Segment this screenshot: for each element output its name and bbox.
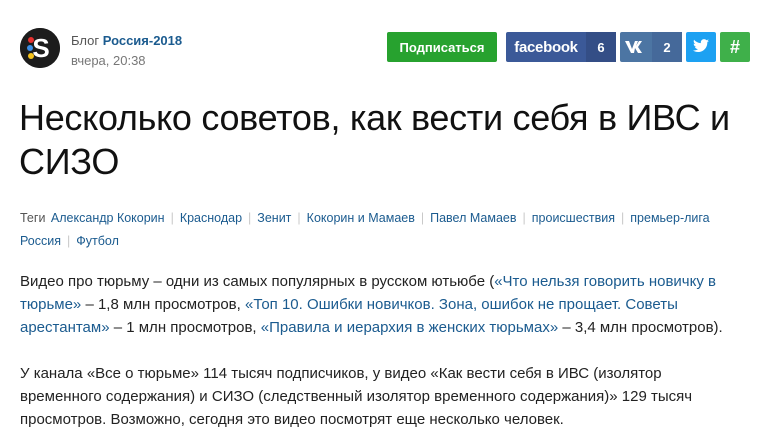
facebook-label: facebook: [514, 38, 578, 56]
tag-link[interactable]: Зенит: [257, 211, 291, 225]
tag-separator: |: [621, 211, 625, 225]
paragraph-text: Видео про тюрьму – одни из самых популяр…: [20, 273, 495, 290]
tag-link[interactable]: Александр Кокорин: [51, 211, 165, 225]
tag-link[interactable]: Футбол: [76, 234, 119, 248]
paragraph-text: – 1 млн просмотров,: [109, 319, 261, 336]
post-header: S Блог Россия-2018 вчера, 20:38 Подписат…: [20, 28, 750, 72]
subscribe-button[interactable]: Подписаться: [387, 32, 497, 62]
vk-share-count: 2: [652, 32, 682, 62]
hashtag-share-button[interactable]: #: [720, 32, 750, 62]
tag-link[interactable]: Кокорин и Мамаев: [307, 211, 415, 225]
paragraph-text: – 1,8 млн просмотров,: [81, 296, 245, 313]
article-title: Несколько советов, как вести себя в ИВС …: [19, 97, 730, 182]
blog-label: Блог: [71, 33, 100, 48]
article-paragraph-2: У канала «Все о тюрьме» 114 тысяч подпис…: [20, 365, 693, 428]
facebook-share-count: 6: [586, 32, 616, 62]
svg-text:S: S: [32, 33, 49, 63]
paragraph-text: – 3,4 млн просмотров).: [558, 319, 723, 336]
tag-link[interactable]: Павел Мамаев: [430, 211, 516, 225]
blog-name-link[interactable]: Россия-2018: [103, 33, 182, 48]
tags-label: Теги: [20, 211, 46, 225]
tag-separator: |: [248, 211, 252, 225]
tag-separator: |: [522, 211, 526, 225]
tags-line: Теги Александр Кокорин | Краснодар | Зенит | К…: [20, 207, 740, 253]
tag-separator: |: [170, 211, 174, 225]
tag-link[interactable]: происшествия: [532, 211, 615, 225]
sports-logo-icon[interactable]: S: [20, 28, 60, 68]
article-paragraph-1: Видео про тюрьму – одни из самых популяр…: [20, 270, 745, 339]
tag-separator: |: [297, 211, 301, 225]
tag-separator: |: [67, 234, 71, 248]
video-link-3[interactable]: «Правила и иерархия в женских тюрьмах»: [261, 319, 558, 336]
action-buttons: Подписаться facebook 6 2 #: [387, 32, 750, 62]
post-time: вчера, 20:38: [71, 53, 146, 68]
twitter-icon: [693, 38, 709, 56]
tag-separator: |: [420, 211, 425, 225]
facebook-share-button[interactable]: facebook 6: [506, 32, 616, 62]
vk-share-button[interactable]: 2: [620, 32, 682, 62]
post-meta: Блог Россия-2018 вчера, 20:38: [71, 32, 182, 70]
tag-link[interactable]: Краснодар: [180, 211, 242, 225]
twitter-share-button[interactable]: [686, 32, 716, 62]
vk-icon: [620, 40, 652, 54]
